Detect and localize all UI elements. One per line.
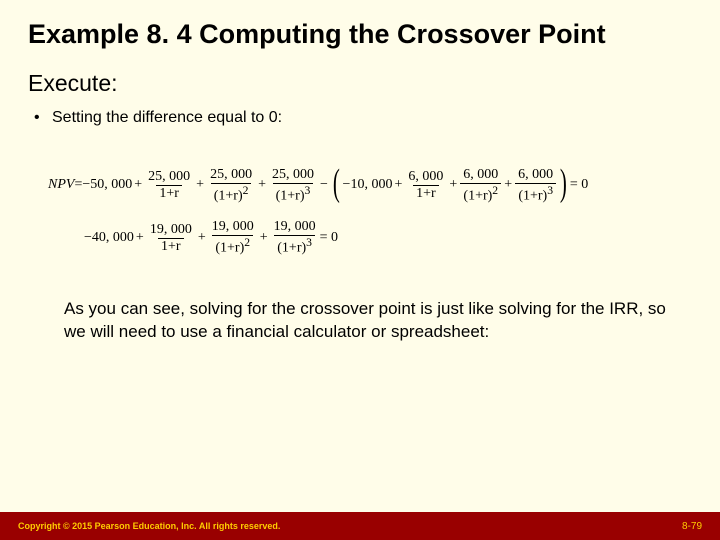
npv-label: NPV <box>48 178 74 192</box>
fraction: 19, 000(1+r)2 <box>209 220 257 256</box>
bullet-item: Setting the difference equal to 0: <box>34 107 692 129</box>
fraction: 25, 0001+r <box>145 170 193 201</box>
plus-sign: + <box>134 231 146 245</box>
plus-sign: + <box>196 231 208 245</box>
fraction: 25, 000(1+r)3 <box>269 168 317 204</box>
fraction: 6, 000(1+r)3 <box>515 168 556 204</box>
fraction: 19, 000(1+r)3 <box>271 220 319 256</box>
body-paragraph: As you can see, solving for the crossove… <box>64 298 680 344</box>
minus-sign: − <box>318 178 330 192</box>
equals-sign: = <box>74 178 82 192</box>
plus-sign: + <box>502 178 514 192</box>
term-lead2: −40, 000 <box>84 231 134 245</box>
equals-zero: = 0 <box>570 178 588 192</box>
right-paren-icon: ) <box>560 164 567 202</box>
term-lead1: −50, 000 <box>82 178 132 192</box>
equation-line-2: −40, 000 + 19, 0001+r + 19, 000(1+r)2 + … <box>84 220 692 256</box>
plus-sign: + <box>194 178 206 192</box>
footer-bar: Copyright © 2015 Pearson Education, Inc.… <box>0 512 720 540</box>
plus-sign: + <box>392 178 404 192</box>
plus-sign: + <box>447 178 459 192</box>
fraction: 6, 0001+r <box>405 170 446 201</box>
left-paren-icon: ( <box>333 164 340 202</box>
plus-sign: + <box>258 231 270 245</box>
equation-block: NPV = −50, 000 + 25, 0001+r + 25, 000(1+… <box>48 166 692 256</box>
execute-heading: Execute: <box>28 70 692 97</box>
equals-zero: = 0 <box>320 231 338 245</box>
bullet-list: Setting the difference equal to 0: <box>28 107 692 129</box>
slide-title: Example 8. 4 Computing the Crossover Poi… <box>28 18 692 52</box>
slide: Example 8. 4 Computing the Crossover Poi… <box>0 0 720 540</box>
inner-lead: −10, 000 <box>343 178 393 192</box>
plus-sign: + <box>256 178 268 192</box>
plus-sign: + <box>132 178 144 192</box>
fraction: 25, 000(1+r)2 <box>207 168 255 204</box>
copyright-text: Copyright © 2015 Pearson Education, Inc.… <box>18 521 280 531</box>
page-number: 8-79 <box>682 521 702 532</box>
fraction: 6, 000(1+r)2 <box>460 168 501 204</box>
fraction: 19, 0001+r <box>147 223 195 254</box>
equation-line-1: NPV = −50, 000 + 25, 0001+r + 25, 000(1+… <box>48 166 692 204</box>
